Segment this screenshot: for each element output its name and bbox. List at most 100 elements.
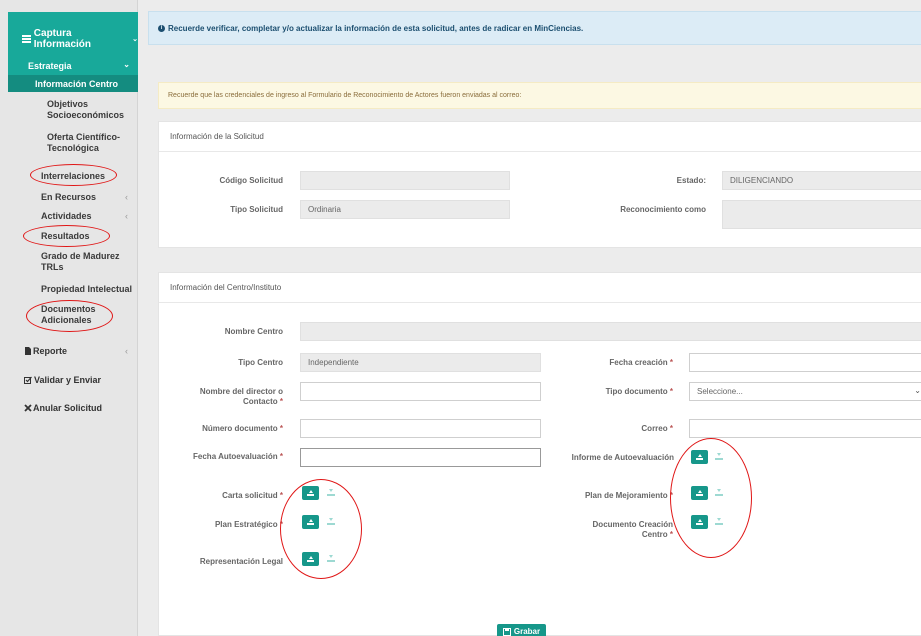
estado-field: DILIGENCIANDO bbox=[722, 171, 921, 190]
panel-title: Información del Centro/Instituto bbox=[159, 273, 921, 303]
upload-icon bbox=[696, 519, 703, 525]
sidebar-item-validar[interactable]: Validar y Enviar bbox=[8, 375, 138, 386]
sidebar-item-interrelaciones[interactable]: Interrelaciones bbox=[8, 171, 138, 182]
correo-label: Correo * bbox=[641, 424, 673, 433]
sidebar-item-reporte[interactable]: Reporte ‹ bbox=[8, 346, 138, 357]
tipo-solicitud-label: Tipo Solicitud bbox=[230, 205, 283, 214]
sidebar-item-propiedad-intelectual[interactable]: Propiedad Intelectual bbox=[8, 284, 138, 295]
fecha-autoevaluacion-input[interactable] bbox=[300, 448, 541, 467]
download-icon[interactable] bbox=[715, 453, 723, 461]
reconocimiento-label: Reconocimiento como bbox=[620, 205, 706, 214]
sidebar-item-documentos-adicionales[interactable]: Documentos Adicionales bbox=[8, 304, 113, 326]
select-placeholder: Seleccione... bbox=[697, 387, 743, 396]
upload-icon bbox=[696, 454, 703, 460]
upload-icon bbox=[307, 519, 314, 525]
sidebar-item-label: Oferta Científico-Tecnológica bbox=[47, 132, 121, 153]
sidebar-item-anular[interactable]: Anular Solicitud bbox=[8, 403, 138, 414]
chevron-down-icon: ⌄ bbox=[914, 386, 921, 395]
upload-button-plan-mejoramiento[interactable] bbox=[691, 486, 708, 500]
warning-alert-text: Recuerde que las credenciales de ingreso… bbox=[168, 92, 522, 99]
sidebar-item-label: Estrategia bbox=[28, 61, 72, 71]
reconocimiento-field bbox=[722, 200, 921, 229]
numero-documento-label: Número documento * bbox=[202, 424, 283, 433]
chevron-left-icon: ‹ bbox=[125, 346, 128, 356]
panel-title: Información de la Solicitud bbox=[159, 122, 921, 152]
download-icon[interactable] bbox=[327, 489, 335, 497]
info-alert: i Recuerde verificar, completar y/o actu… bbox=[148, 11, 921, 45]
sidebar-item-estrategia[interactable]: Estrategia ⌄ bbox=[8, 57, 138, 75]
grabar-button[interactable]: Grabar bbox=[497, 624, 546, 636]
plan-mejoramiento-label: Plan de Mejoramiento * bbox=[584, 491, 673, 500]
upload-icon bbox=[307, 490, 314, 496]
upload-button-informe[interactable] bbox=[691, 450, 708, 464]
sidebar-item-label: Captura Información bbox=[33, 28, 92, 50]
representacion-legal-label: Representación Legal bbox=[199, 557, 283, 566]
codigo-field bbox=[300, 171, 510, 190]
fecha-creacion-input[interactable] bbox=[689, 353, 921, 372]
tipo-centro-field: Independiente bbox=[300, 353, 541, 372]
upload-button-documento-creacion[interactable] bbox=[691, 515, 708, 529]
estado-label: Estado: bbox=[676, 176, 706, 185]
correo-input[interactable] bbox=[689, 419, 921, 438]
sidebar-accent-bar bbox=[8, 12, 138, 21]
sidebar-item-oferta[interactable]: Oferta Científico-Tecnológica bbox=[8, 132, 128, 154]
upload-icon bbox=[696, 490, 703, 496]
nombre-centro-label: Nombre Centro bbox=[224, 327, 283, 336]
fecha-creacion-label: Fecha creación * bbox=[609, 358, 673, 367]
sidebar-item-objetivos[interactable]: Objetivos Socioeconómicos bbox=[8, 99, 128, 121]
list-icon bbox=[22, 35, 31, 43]
save-icon bbox=[502, 627, 511, 636]
sidebar-item-label: Objetivos Socioeconómicos bbox=[47, 99, 125, 120]
upload-button-carta[interactable] bbox=[302, 486, 319, 500]
plan-estrategico-label: Plan Estratégico * bbox=[214, 520, 283, 529]
sidebar-item-label: Información Centro bbox=[35, 78, 119, 89]
download-icon[interactable] bbox=[715, 489, 723, 497]
fecha-autoevaluacion-label: Fecha Autoevaluación * bbox=[193, 452, 283, 461]
sidebar-item-label: Anular Solicitud bbox=[33, 403, 103, 413]
tipo-solicitud-field: Ordinaria bbox=[300, 200, 510, 219]
director-label: Nombre del director o Contacto * bbox=[199, 387, 283, 406]
codigo-label: Código Solicitud bbox=[219, 176, 283, 185]
sidebar-item-label: Actividades bbox=[41, 211, 92, 221]
info-icon: i bbox=[158, 24, 165, 32]
download-icon[interactable] bbox=[327, 555, 335, 563]
sidebar-item-label: Resultados bbox=[41, 231, 90, 241]
carta-solicitud-label: Carta solicitud * bbox=[222, 491, 283, 500]
upload-icon bbox=[307, 556, 314, 562]
sidebar-item-label: Propiedad Intelectual bbox=[41, 284, 133, 294]
warning-alert: Recuerde que las credenciales de ingreso… bbox=[158, 82, 921, 109]
sidebar-item-label: En Recursos bbox=[41, 192, 97, 202]
sidebar-item-label: Reporte bbox=[33, 346, 68, 356]
sidebar-item-grado-madurez[interactable]: Grado de Madurez TRLs bbox=[8, 251, 128, 273]
documento-creacion-label: Documento Creación Centro * bbox=[592, 520, 673, 539]
sidebar-item-label: Documentos Adicionales bbox=[41, 304, 96, 325]
info-alert-text: Recuerde verificar, completar y/o actual… bbox=[168, 23, 584, 33]
sidebar-item-actividades[interactable]: Actividades ‹ bbox=[8, 211, 138, 222]
director-input[interactable] bbox=[300, 382, 541, 401]
sidebar: Captura Información ⌄ Estrategia ⌄ Infor… bbox=[0, 0, 138, 636]
grabar-label: Grabar bbox=[513, 627, 541, 636]
download-icon[interactable] bbox=[715, 518, 723, 526]
download-icon[interactable] bbox=[327, 518, 335, 526]
upload-button-representacion[interactable] bbox=[302, 552, 319, 566]
sidebar-item-label: Interrelaciones bbox=[41, 171, 106, 181]
chevron-left-icon: ‹ bbox=[125, 211, 128, 221]
tipo-documento-label: Tipo documento * bbox=[605, 387, 673, 396]
tipo-documento-select[interactable]: Seleccione... ⌄ bbox=[689, 382, 921, 401]
chevron-down-icon: ⌄ bbox=[123, 60, 130, 69]
sidebar-item-en-recursos[interactable]: En Recursos ‹ bbox=[8, 192, 138, 203]
sidebar-item-resultados[interactable]: Resultados bbox=[8, 231, 138, 242]
nombre-centro-field bbox=[300, 322, 921, 341]
tipo-centro-label: Tipo Centro bbox=[238, 358, 283, 367]
file-icon bbox=[25, 347, 31, 355]
upload-button-plan-estrategico[interactable] bbox=[302, 515, 319, 529]
sidebar-item-informacion-centro[interactable]: Información Centro bbox=[8, 75, 138, 92]
sidebar-item-label: Grado de Madurez TRLs bbox=[41, 251, 120, 272]
sidebar-item-captura-informacion[interactable]: Captura Información ⌄ bbox=[8, 21, 138, 57]
informe-autoevaluacion-label: Informe de Autoevaluación bbox=[571, 453, 674, 462]
chevron-left-icon: ‹ bbox=[125, 192, 128, 202]
chevron-down-icon: ⌄ bbox=[132, 36, 138, 43]
numero-documento-input[interactable] bbox=[300, 419, 541, 438]
close-icon bbox=[24, 404, 32, 412]
checkbox-edit-icon bbox=[24, 376, 32, 384]
